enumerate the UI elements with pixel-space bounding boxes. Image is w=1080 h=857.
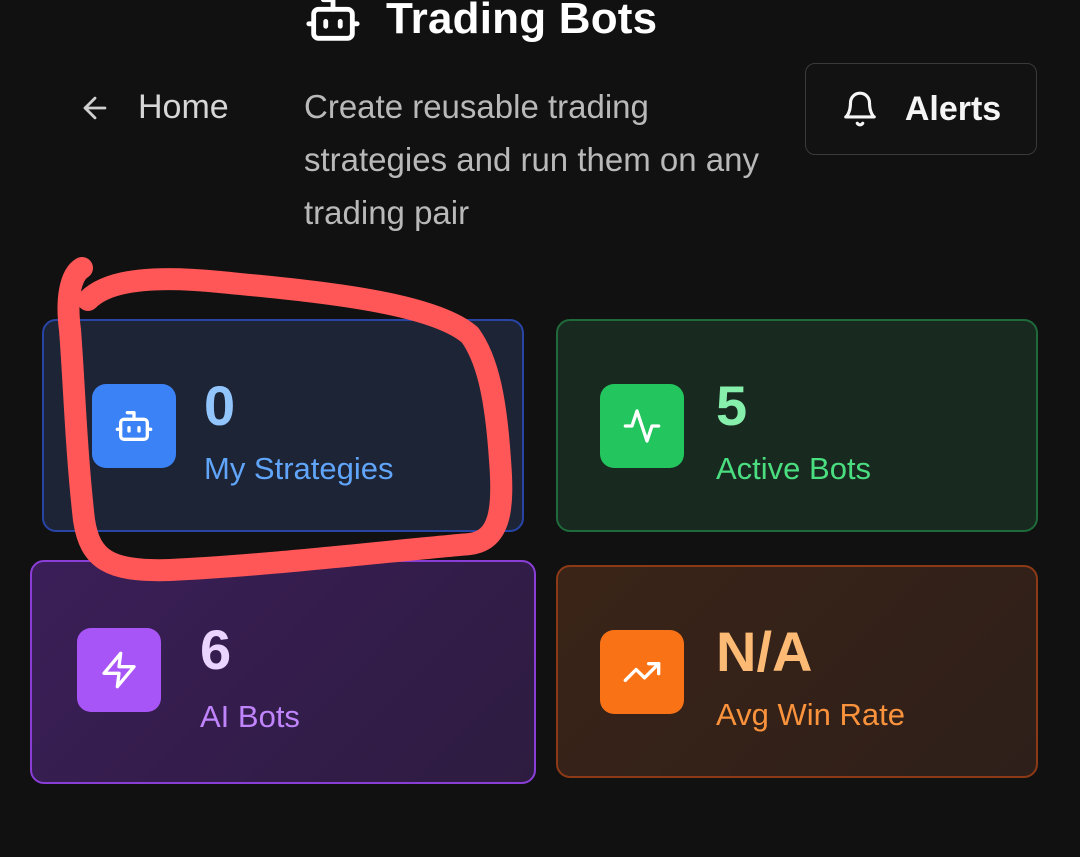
stat-card-active-bots[interactable]: 5 Active Bots — [556, 319, 1038, 532]
stat-value: 6 — [200, 618, 232, 681]
arrow-left-icon — [78, 91, 112, 125]
stat-value: 5 — [716, 374, 748, 437]
lightning-icon — [77, 628, 161, 712]
stat-value: 0 — [204, 374, 236, 437]
trending-up-icon — [600, 630, 684, 714]
robot-icon — [92, 384, 176, 468]
page-subtitle: Create reusable trading strategies and r… — [304, 88, 759, 231]
trading-bots-page: Trading Bots Home Create reusable tradin… — [0, 0, 1080, 857]
home-back-link[interactable]: Home — [78, 88, 229, 127]
bell-icon — [841, 90, 879, 128]
page-title: Trading Bots — [386, 0, 658, 43]
page-header: Trading Bots — [304, 0, 657, 48]
stat-card-my-strategies[interactable]: 0 My Strategies — [42, 319, 524, 532]
alerts-button[interactable]: Alerts — [805, 63, 1037, 155]
alerts-button-label: Alerts — [904, 89, 1002, 128]
activity-icon — [600, 384, 684, 468]
stat-card-ai-bots[interactable]: 6 AI Bots — [30, 560, 536, 784]
back-link-label: Home — [138, 88, 229, 126]
stat-label: Active Bots — [716, 451, 872, 486]
robot-icon — [304, 0, 362, 48]
stat-card-avg-win-rate[interactable]: N/A Avg Win Rate — [556, 565, 1038, 778]
stat-value: N/A — [716, 620, 813, 683]
stat-label: Avg Win Rate — [716, 697, 905, 732]
stat-label: My Strategies — [204, 451, 394, 486]
stat-label: AI Bots — [200, 699, 300, 734]
